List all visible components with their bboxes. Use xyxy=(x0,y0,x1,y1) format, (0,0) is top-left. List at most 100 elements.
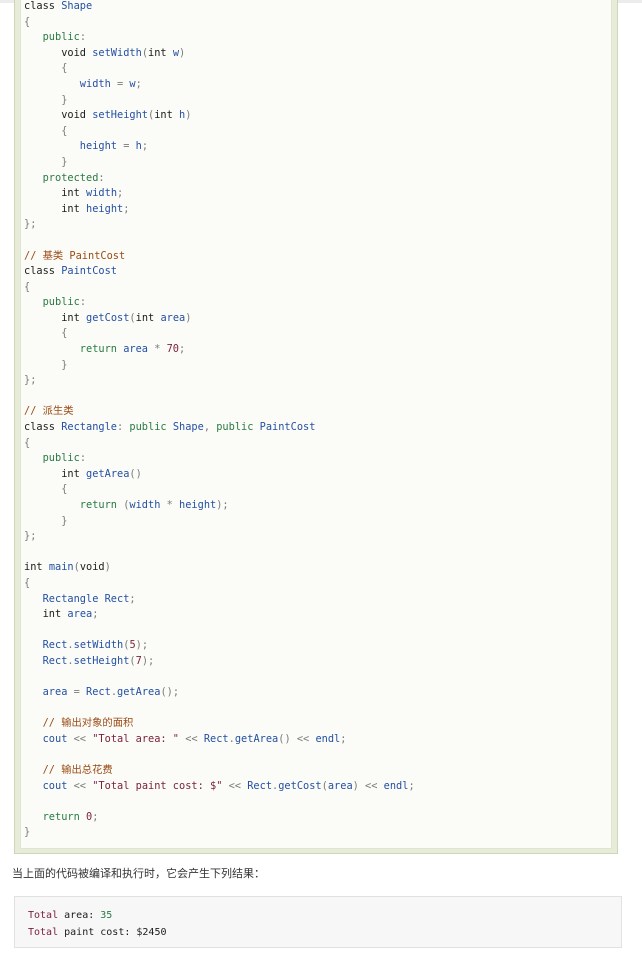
code-token: ; xyxy=(408,779,415,792)
code-token: : xyxy=(79,452,87,465)
output-text: paint cost: $2450 xyxy=(58,927,167,938)
code-line: class PaintCost xyxy=(24,264,415,280)
code-token: { xyxy=(24,280,31,293)
code-token: public xyxy=(216,421,260,434)
code-token: ; xyxy=(117,187,124,200)
output-line: Total area: 35 xyxy=(28,907,166,924)
code-line: void setHeight(int h) xyxy=(24,108,415,124)
code-line: { xyxy=(24,482,415,498)
code-token: = xyxy=(123,140,136,153)
code-token: (); xyxy=(160,686,180,699)
code-lines: class Shape{ public: void setWidth(int w… xyxy=(24,0,415,841)
code-token: { xyxy=(61,483,68,496)
code-token: : xyxy=(79,31,87,44)
code-token: return xyxy=(79,499,124,511)
code-token: Shape xyxy=(61,0,93,12)
code-token: int xyxy=(154,109,180,122)
code-line: { xyxy=(24,280,415,296)
code-token: "Total area: " xyxy=(92,732,186,745)
code-token: { xyxy=(24,576,31,589)
code-token: area xyxy=(42,686,74,699)
code-token: main xyxy=(48,561,74,574)
code-line: height = h; xyxy=(24,139,415,155)
code-token: << xyxy=(73,779,93,792)
code-token: getCost xyxy=(278,779,322,792)
code-token: } xyxy=(61,358,68,371)
code-token: height xyxy=(179,499,217,511)
code-token: public xyxy=(42,31,80,44)
code-token: setHeight xyxy=(73,654,130,667)
code-line: // 派生类 xyxy=(24,404,415,420)
code-line: return area * 70; xyxy=(24,342,415,358)
code-line: Rect.setWidth(5); xyxy=(24,638,415,654)
code-token: ) << xyxy=(352,779,384,792)
code-line: { xyxy=(24,124,415,140)
code-token: int xyxy=(61,467,87,480)
code-token: Rectangle xyxy=(61,421,117,434)
code-line: int main(void) xyxy=(24,560,415,576)
code-line: // 输出总花费 xyxy=(24,763,415,779)
code-token: Rect xyxy=(86,686,111,699)
code-token: getArea xyxy=(117,686,161,699)
code-line: int getArea() xyxy=(24,467,415,483)
code-line: class Rectangle: public Shape, public Pa… xyxy=(24,420,415,436)
code-line: { xyxy=(24,436,415,452)
code-token: height xyxy=(86,202,124,215)
code-token: ; xyxy=(123,202,130,215)
code-token: { xyxy=(24,15,31,28)
code-token: { xyxy=(61,62,68,75)
code-line: } xyxy=(24,358,415,374)
code-line: protected: xyxy=(24,171,415,187)
code-token: ) xyxy=(104,561,111,574)
code-token: area xyxy=(67,608,93,621)
code-token: setWidth xyxy=(92,46,142,59)
code-token: ; xyxy=(135,77,142,90)
code-token: protected xyxy=(42,171,99,184)
code-line: Rectangle Rect; xyxy=(24,592,415,608)
code-token: getCost xyxy=(86,311,130,324)
code-area[interactable]: class Shape{ public: void setWidth(int w… xyxy=(20,0,612,849)
code-line: return 0; xyxy=(24,810,415,826)
code-token: }; xyxy=(24,374,37,387)
code-token: , xyxy=(203,421,217,434)
code-token: public xyxy=(42,452,80,465)
code-token: int xyxy=(61,202,87,215)
code-line: } xyxy=(24,155,415,171)
code-token: Rectangle xyxy=(42,592,105,605)
code-token: class xyxy=(24,0,62,12)
code-line: }; xyxy=(24,373,415,389)
code-token: ; xyxy=(92,608,99,621)
output-line: Total paint cost: $2450 xyxy=(28,924,166,941)
code-line: cout << "Total paint cost: $" << Rect.ge… xyxy=(24,779,415,795)
code-token: ); xyxy=(135,639,149,652)
code-line: { xyxy=(24,61,415,77)
code-line: public: xyxy=(24,295,415,311)
code-token: class xyxy=(24,265,62,278)
code-token: width xyxy=(86,187,118,200)
code-line: public: xyxy=(24,451,415,467)
code-line: int width; xyxy=(24,186,415,202)
code-line: { xyxy=(24,576,415,592)
code-token: class xyxy=(24,421,62,434)
output-text: area: xyxy=(58,910,101,921)
code-token: << xyxy=(185,732,204,745)
